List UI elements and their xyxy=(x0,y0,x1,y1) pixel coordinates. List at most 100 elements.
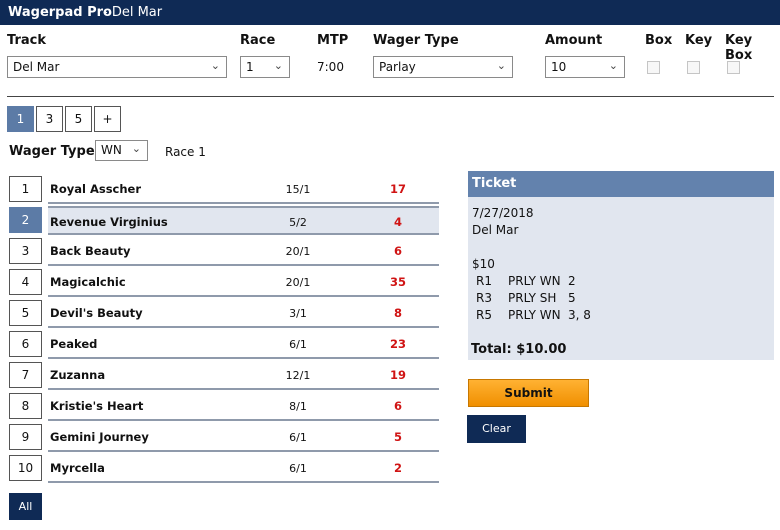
wager-type-header: Wager Type xyxy=(373,33,459,48)
runner-pool-value: 6 xyxy=(393,399,402,413)
wager-type-pool-select[interactable]: WN ⌄ xyxy=(95,140,148,161)
chevron-down-icon: ⌄ xyxy=(131,142,141,155)
runner-name: Devil's Beauty xyxy=(50,306,143,320)
runner-name: Zuzanna xyxy=(50,368,106,382)
runner-number-button[interactable]: 7 xyxy=(9,362,42,388)
runner-row[interactable]: 5 Devil's Beauty 3/1 8 xyxy=(9,299,439,329)
runner-number-button[interactable]: 10 xyxy=(9,455,42,481)
runner-pool-value: 8 xyxy=(393,306,402,320)
runner-name: Magicalchic xyxy=(50,275,126,289)
runner-number-button[interactable]: 4 xyxy=(9,269,42,295)
chevron-down-icon: ⌄ xyxy=(608,59,618,72)
runner-info[interactable]: Zuzanna 12/1 19 xyxy=(48,361,439,390)
runner-info[interactable]: Peaked 6/1 23 xyxy=(48,330,439,359)
runner-name: Royal Asscher xyxy=(50,182,142,196)
ticket-track: Del Mar xyxy=(472,223,519,237)
ticket-leg-type: PRLY SH xyxy=(508,291,557,305)
race-select-value: 1 xyxy=(246,60,254,74)
runner-pool-value: 35 xyxy=(389,275,406,289)
submit-button[interactable]: Submit xyxy=(468,379,589,407)
runner-pool-value: 23 xyxy=(389,337,406,351)
runner-row[interactable]: 6 Peaked 6/1 23 xyxy=(9,330,439,360)
runner-name: Gemini Journey xyxy=(50,430,149,444)
runner-info[interactable]: Devil's Beauty 3/1 8 xyxy=(48,299,439,328)
amount-select[interactable]: 10 ⌄ xyxy=(545,56,625,78)
runner-name: Revenue Virginius xyxy=(50,215,168,229)
ticket-leg-race: R3 xyxy=(476,291,492,305)
runner-odds: 20/1 xyxy=(285,276,311,289)
ticket-leg-picks: 3, 8 xyxy=(568,308,591,322)
key-checkbox[interactable] xyxy=(687,61,700,74)
race-tab-add[interactable]: + xyxy=(94,106,121,132)
amount-select-value: 10 xyxy=(551,60,567,74)
runner-odds: 6/1 xyxy=(289,462,307,475)
runner-name: Myrcella xyxy=(50,461,105,475)
runner-info[interactable]: Magicalchic 20/1 35 xyxy=(48,268,439,297)
runner-info[interactable]: Kristie's Heart 8/1 6 xyxy=(48,392,439,421)
app-subtitle: - Del Mar xyxy=(103,5,163,20)
track-header: Track xyxy=(7,33,46,48)
race-label: Race 1 xyxy=(165,145,206,159)
clear-button[interactable]: Clear xyxy=(467,415,526,443)
box-checkbox[interactable] xyxy=(647,61,660,74)
runner-row[interactable]: 7 Zuzanna 12/1 19 xyxy=(9,361,439,391)
runner-odds: 20/1 xyxy=(285,245,311,258)
runner-number-button[interactable]: 1 xyxy=(9,176,42,202)
runner-row[interactable]: 10 Myrcella 6/1 2 xyxy=(9,454,439,484)
ticket-leg-type: PRLY WN xyxy=(508,308,561,322)
runner-number-button[interactable]: 9 xyxy=(9,424,42,450)
runner-odds: 6/1 xyxy=(289,431,307,444)
race-tab-5[interactable]: 5 xyxy=(65,106,92,132)
runner-info[interactable]: Back Beauty 20/1 6 xyxy=(48,237,439,266)
runner-row[interactable]: 2 Revenue Virginius 5/2 4 xyxy=(9,206,439,236)
ticket-date: 7/27/2018 xyxy=(472,206,534,220)
runner-info[interactable]: Myrcella 6/1 2 xyxy=(48,454,439,483)
runner-row[interactable]: 8 Kristie's Heart 8/1 6 xyxy=(9,392,439,422)
divider xyxy=(7,96,774,97)
runner-row[interactable]: 1 Royal Asscher 15/1 17 xyxy=(9,175,439,205)
race-select[interactable]: 1 ⌄ xyxy=(240,56,290,78)
runner-pool-value: 6 xyxy=(393,244,402,258)
title-bar: Wagerpad Pro - Del Mar xyxy=(0,0,780,25)
ticket-leg: R5 PRLY WN 3, 8 xyxy=(476,308,736,324)
ticket-header: Ticket xyxy=(468,171,774,197)
track-select-value: Del Mar xyxy=(13,60,60,74)
runner-info[interactable]: Royal Asscher 15/1 17 xyxy=(48,175,439,204)
runner-pool-value: 5 xyxy=(393,430,402,444)
ticket-panel: Ticket 7/27/2018 Del Mar $10 R1 PRLY WN 2 R… xyxy=(468,171,774,360)
runner-info[interactable]: Revenue Virginius 5/2 4 xyxy=(48,206,439,235)
runner-info[interactable]: Gemini Journey 6/1 5 xyxy=(48,423,439,452)
mtp-value: 7:00 xyxy=(317,60,344,74)
runner-row[interactable]: 9 Gemini Journey 6/1 5 xyxy=(9,423,439,453)
key-box-checkbox[interactable] xyxy=(727,61,740,74)
runner-odds: 15/1 xyxy=(285,183,311,196)
runner-number-button[interactable]: 8 xyxy=(9,393,42,419)
ticket-leg-race: R5 xyxy=(476,308,492,322)
runner-name: Back Beauty xyxy=(50,244,131,258)
ticket-total: Total: $10.00 xyxy=(471,342,567,357)
runner-number-button[interactable]: 3 xyxy=(9,238,42,264)
ticket-amount: $10 xyxy=(472,257,495,271)
runner-pool-value: 2 xyxy=(393,461,402,475)
ticket-leg-race: R1 xyxy=(476,274,492,288)
ticket-leg: R1 PRLY WN 2 xyxy=(476,274,736,290)
runner-row[interactable]: 3 Back Beauty 20/1 6 xyxy=(9,237,439,267)
ticket-leg-type: PRLY WN xyxy=(508,274,561,288)
track-select[interactable]: Del Mar ⌄ xyxy=(7,56,227,78)
runner-pool-value: 17 xyxy=(389,182,406,196)
runner-odds: 8/1 xyxy=(289,400,307,413)
select-all-button[interactable]: All xyxy=(9,493,42,520)
runner-number-button[interactable]: 5 xyxy=(9,300,42,326)
wager-type-label: Wager Type xyxy=(9,144,95,159)
runner-number-button[interactable]: 6 xyxy=(9,331,42,357)
chevron-down-icon: ⌄ xyxy=(210,59,220,72)
mtp-header: MTP xyxy=(317,33,349,48)
race-tab-3[interactable]: 3 xyxy=(36,106,63,132)
runner-row[interactable]: 4 Magicalchic 20/1 35 xyxy=(9,268,439,298)
ticket-leg: R3 PRLY SH 5 xyxy=(476,291,736,307)
wager-type-select[interactable]: Parlay ⌄ xyxy=(373,56,513,78)
race-tab-1[interactable]: 1 xyxy=(7,106,34,132)
race-header: Race xyxy=(240,33,276,48)
chevron-down-icon: ⌄ xyxy=(273,59,283,72)
runner-number-button[interactable]: 2 xyxy=(9,207,42,233)
